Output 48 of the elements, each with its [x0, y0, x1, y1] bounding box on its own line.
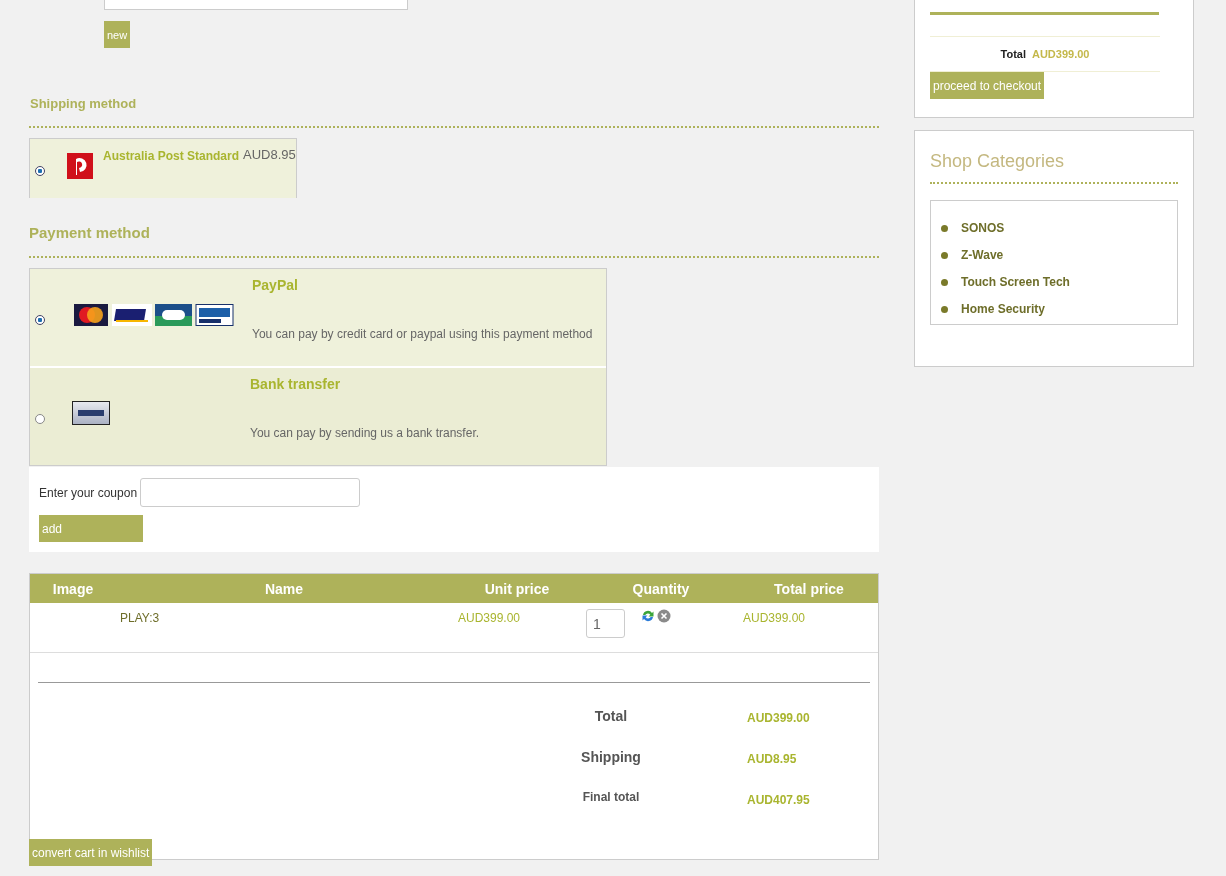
unit-price: AUD399.00 [458, 611, 522, 627]
total-value: AUD407.95 [747, 793, 811, 807]
bullet-icon [941, 224, 948, 232]
column-header: Unit price [483, 580, 551, 597]
remove-icon[interactable] [657, 609, 671, 623]
section-heading: Shipping method [29, 96, 137, 111]
coupon-label: Enter your coupon [39, 485, 138, 500]
radio-button[interactable] [35, 166, 45, 176]
section-heading: Payment method [29, 224, 150, 241]
category-link[interactable]: Home Security [961, 302, 1046, 316]
payment-description: You can pay by credit card or paypal using this payment method [252, 327, 593, 341]
shipping-name: Australia Post Standard [103, 149, 240, 163]
total-label: Shipping [580, 749, 642, 765]
text-field[interactable] [104, 0, 408, 10]
shipping-price: AUD8.95 [243, 147, 296, 162]
bullet-icon [941, 305, 948, 313]
category-link[interactable]: Z-Wave [961, 248, 1004, 262]
bullet-icon [941, 251, 948, 259]
total-value: AUD399.00 [747, 711, 811, 725]
total-label: Final total [581, 790, 641, 804]
total-label: Total [593, 708, 629, 724]
column-header: Image [51, 580, 95, 597]
category-link[interactable]: SONOS [961, 221, 1005, 235]
payment-option[interactable]: PayPal You can pay by credit card or paypal using this payment method [30, 269, 606, 366]
total-label: Total [1000, 48, 1026, 60]
column-header: Total price [773, 580, 845, 597]
quantity-field[interactable]: 1 [586, 609, 625, 638]
payment-description: You can pay by sending us a bank transfer. [250, 426, 480, 440]
coupon-field[interactable] [140, 478, 361, 507]
total-price: AUD399.00 [743, 611, 807, 627]
payment-option[interactable]: Bank transfer You can pay by sending us a bank transfer. [30, 368, 606, 465]
panel-title: Shop Categories [930, 151, 1066, 172]
total-value: AUD399.00 [1032, 48, 1090, 60]
bullet-icon [941, 278, 948, 286]
refresh-icon[interactable] [641, 609, 655, 623]
bank-icon [72, 401, 110, 425]
payment-cards-icon [74, 303, 234, 327]
radio-button[interactable] [35, 414, 45, 424]
product-name: PLAY:3 [119, 611, 161, 627]
radio-button[interactable] [35, 315, 45, 325]
shipping-option[interactable]: Australia Post Standard AUD8.95 [29, 138, 297, 198]
column-header: Name [263, 580, 305, 597]
column-header: Quantity [631, 580, 691, 597]
category-link[interactable]: Touch Screen Tech [961, 275, 1070, 289]
post-logo-icon [67, 153, 93, 179]
payment-name: PayPal [252, 277, 299, 293]
payment-name: Bank transfer [250, 376, 342, 392]
total-value: AUD8.95 [747, 752, 798, 766]
